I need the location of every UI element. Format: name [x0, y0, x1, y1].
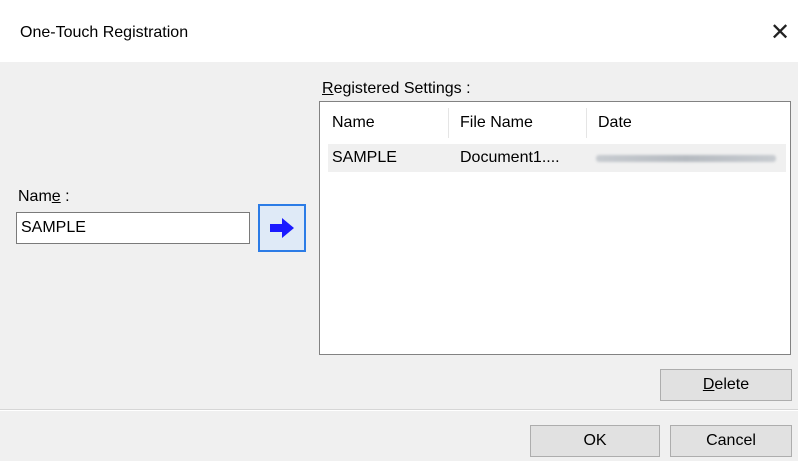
ok-button[interactable]: OK: [530, 425, 660, 457]
right-arrow-icon: [270, 218, 294, 238]
column-header-name[interactable]: Name: [332, 114, 375, 132]
column-header-file-name[interactable]: File Name: [460, 114, 533, 132]
divider-highlight: [0, 410, 798, 411]
delete-button[interactable]: Delete: [660, 369, 792, 401]
registered-settings-list[interactable]: Name File Name Date SAMPLE Document1....: [319, 101, 791, 355]
register-arrow-button[interactable]: [258, 204, 306, 252]
cell-file-name: Document1....: [460, 149, 560, 166]
cell-date-blurred: [596, 155, 776, 162]
delete-label: elete: [714, 376, 750, 393]
name-label-suffix: :: [60, 188, 70, 205]
cell-name: SAMPLE: [332, 149, 397, 166]
name-label: Name :: [18, 188, 70, 206]
registered-label-rest: egistered Settings :: [333, 80, 471, 97]
list-item[interactable]: SAMPLE Document1....: [328, 144, 786, 172]
window-title: One-Touch Registration: [20, 24, 189, 41]
name-label-mnemonic: e: [51, 188, 61, 205]
delete-mnemonic: D: [702, 376, 715, 393]
column-divider[interactable]: [586, 108, 587, 138]
close-icon[interactable]: ✕: [766, 18, 794, 46]
registered-label-mnemonic: R: [322, 80, 334, 97]
column-divider[interactable]: [448, 108, 449, 138]
registered-settings-label: Registered Settings :: [322, 80, 471, 98]
list-header: Name File Name Date: [320, 102, 790, 144]
name-input[interactable]: [16, 212, 250, 244]
column-header-date[interactable]: Date: [598, 114, 632, 132]
cancel-button[interactable]: Cancel: [670, 425, 792, 457]
name-label-prefix: Nam: [18, 188, 52, 205]
title-bar: One-Touch Registration ✕: [0, 0, 798, 62]
